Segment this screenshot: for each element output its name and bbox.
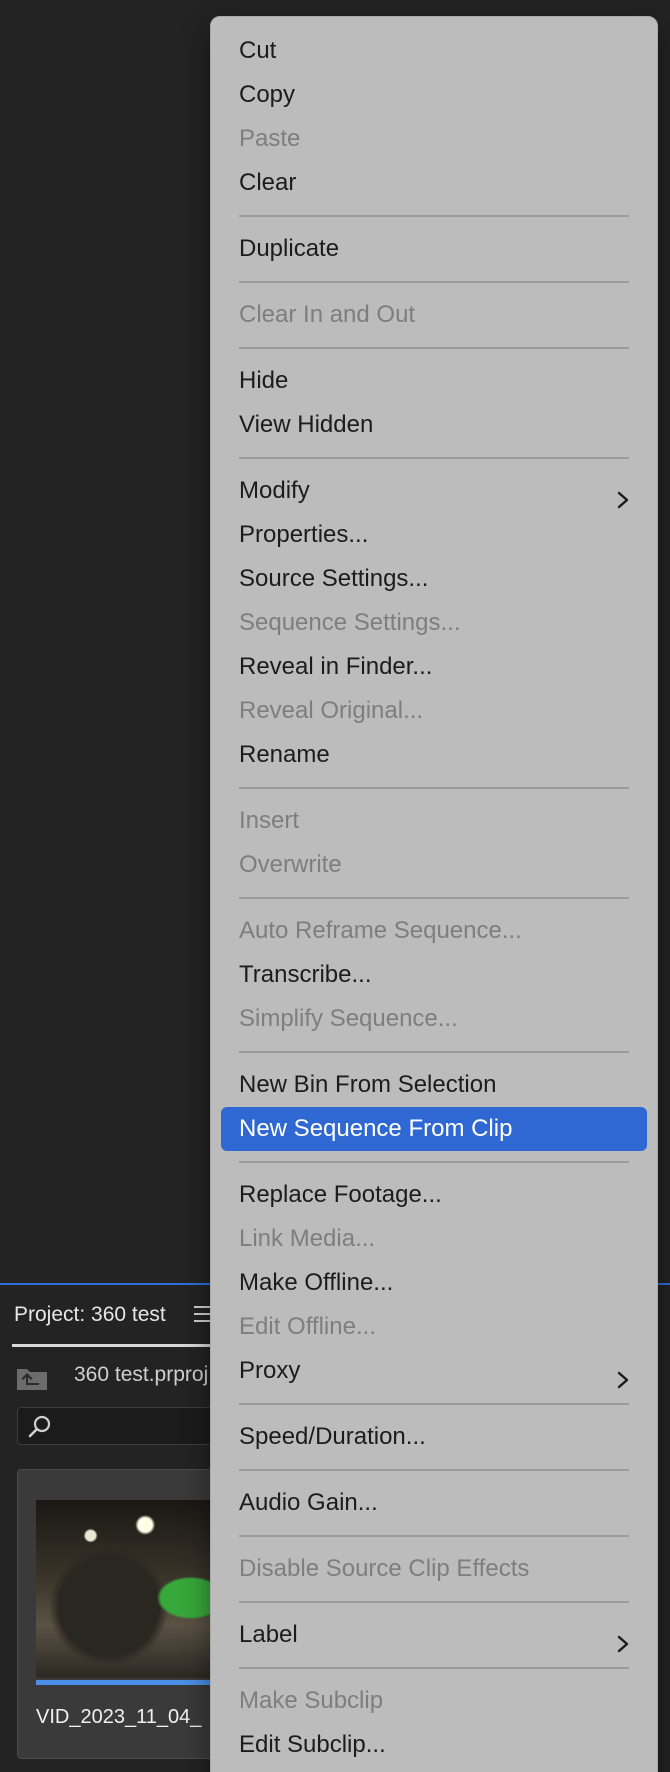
menu-item-insert: Insert — [221, 799, 647, 843]
menu-separator — [221, 1657, 647, 1679]
menu-item-clear-in-and-out: Clear In and Out — [221, 293, 647, 337]
menu-item-proxy[interactable]: Proxy — [221, 1349, 647, 1393]
menu-item-label: Replace Footage... — [239, 1181, 442, 1208]
menu-item-label: Hide — [239, 367, 289, 394]
menu-item-edit-subclip[interactable]: Edit Subclip... — [221, 1723, 647, 1767]
menu-item-label: Duplicate — [239, 235, 340, 262]
menu-item-label: Speed/Duration... — [239, 1423, 426, 1450]
menu-item-copy[interactable]: Copy — [221, 73, 647, 117]
menu-item-label: Simplify Sequence... — [239, 1005, 458, 1032]
menu-separator — [221, 777, 647, 799]
menu-item-label: Modify — [239, 477, 310, 504]
menu-separator — [221, 1151, 647, 1173]
bin-up-icon[interactable] — [16, 1365, 48, 1391]
menu-item-replace-footage[interactable]: Replace Footage... — [221, 1173, 647, 1217]
menu-item-label: Audio Gain... — [239, 1489, 378, 1516]
chevron-right-icon — [613, 1625, 633, 1653]
menu-item-label: Edit Offline... — [239, 1313, 376, 1340]
menu-item-paste: Paste — [221, 117, 647, 161]
menu-item-label: Link Media... — [239, 1225, 376, 1252]
menu-item-label: Source Settings... — [239, 565, 429, 592]
menu-item-cut[interactable]: Cut — [221, 29, 647, 73]
menu-item-make-offline[interactable]: Make Offline... — [221, 1261, 647, 1305]
menu-item-duplicate[interactable]: Duplicate — [221, 227, 647, 271]
menu-item-auto-reframe-sequence: Auto Reframe Sequence... — [221, 909, 647, 953]
menu-separator — [221, 1393, 647, 1415]
menu-item-label: Clear In and Out — [239, 301, 416, 328]
clip-thumbnail-card[interactable]: VID_2023_11_04_ — [17, 1469, 218, 1759]
menu-item-label: Cut — [239, 37, 277, 64]
menu-separator — [221, 1459, 647, 1481]
menu-separator — [221, 887, 647, 909]
menu-item-label: Proxy — [239, 1357, 301, 1384]
menu-item-label: Disable Source Clip Effects — [239, 1555, 530, 1582]
menu-item-label: Rename — [239, 741, 330, 768]
menu-item-properties[interactable]: Properties... — [221, 513, 647, 557]
menu-item-label: Transcribe... — [239, 961, 372, 988]
menu-item-label: Sequence Settings... — [239, 609, 461, 636]
menu-item-label: New Bin From Selection — [239, 1071, 497, 1098]
menu-item-clear[interactable]: Clear — [221, 161, 647, 205]
menu-item-label: Reveal in Finder... — [239, 653, 433, 680]
menu-item-transcribe[interactable]: Transcribe... — [221, 953, 647, 997]
menu-item-simplify-sequence: Simplify Sequence... — [221, 997, 647, 1041]
active-tab-indicator — [12, 1344, 212, 1347]
menu-item-reveal-original: Reveal Original... — [221, 689, 647, 733]
project-file-path: 360 test.prproj — [74, 1363, 209, 1386]
menu-item-new-bin-from-selection[interactable]: New Bin From Selection — [221, 1063, 647, 1107]
search-icon — [28, 1415, 51, 1438]
context-menu: Cut Copy Paste Clear Duplicate Clear In and O… — [210, 16, 658, 1772]
menu-item-label: Overwrite — [239, 851, 342, 878]
project-panel-title[interactable]: Project: 360 test — [14, 1303, 166, 1327]
menu-item-label: Label — [239, 1621, 298, 1648]
menu-item-make-subclip: Make Subclip — [221, 1679, 647, 1723]
menu-item-new-sequence-from-clip[interactable]: New Sequence From Clip — [221, 1107, 647, 1151]
menu-item-label: Clear — [239, 169, 297, 196]
menu-item-label: Copy — [239, 81, 296, 108]
menu-separator — [221, 1525, 647, 1547]
menu-item-label: Insert — [239, 807, 300, 834]
menu-separator — [221, 1591, 647, 1613]
menu-item-link-media: Link Media... — [221, 1217, 647, 1261]
menu-item-source-settings[interactable]: Source Settings... — [221, 557, 647, 601]
menu-item-label: Properties... — [239, 521, 369, 548]
chevron-right-icon — [613, 481, 633, 509]
clip-name[interactable]: VID_2023_11_04_ — [36, 1706, 218, 1729]
menu-item-reveal-in-finder[interactable]: Reveal in Finder... — [221, 645, 647, 689]
menu-item-label: Reveal Original... — [239, 697, 424, 724]
menu-item-modify[interactable]: Modify — [221, 469, 647, 513]
clip-usage-bar — [36, 1680, 218, 1685]
menu-item-disable-source-clip-effects: Disable Source Clip Effects — [221, 1547, 647, 1591]
menu-item-label: New Sequence From Clip — [239, 1115, 513, 1142]
project-search-input[interactable] — [17, 1407, 217, 1445]
menu-item-view-hidden[interactable]: View Hidden — [221, 403, 647, 447]
menu-item-label: Edit Subclip... — [239, 1731, 386, 1758]
menu-separator — [221, 271, 647, 293]
menu-item-label: View Hidden — [239, 411, 374, 438]
menu-item-sequence-settings: Sequence Settings... — [221, 601, 647, 645]
menu-item-speed-duration[interactable]: Speed/Duration... — [221, 1415, 647, 1459]
menu-item-audio-gain[interactable]: Audio Gain... — [221, 1481, 647, 1525]
menu-item-label: Auto Reframe Sequence... — [239, 917, 522, 944]
menu-separator — [221, 447, 647, 469]
menu-item-label: Make Offline... — [239, 1269, 394, 1296]
menu-separator — [221, 1041, 647, 1063]
chevron-right-icon — [613, 1361, 633, 1389]
clip-thumbnail-image — [36, 1500, 218, 1678]
menu-item-label: Make Subclip — [239, 1687, 384, 1714]
menu-separator — [221, 205, 647, 227]
menu-item-edit-offline: Edit Offline... — [221, 1305, 647, 1349]
menu-item-overwrite: Overwrite — [221, 843, 647, 887]
menu-item-rename[interactable]: Rename — [221, 733, 647, 777]
menu-separator — [221, 337, 647, 359]
menu-item-hide[interactable]: Hide — [221, 359, 647, 403]
menu-item-label: Paste — [239, 125, 301, 152]
menu-item-label[interactable]: Label — [221, 1613, 647, 1657]
